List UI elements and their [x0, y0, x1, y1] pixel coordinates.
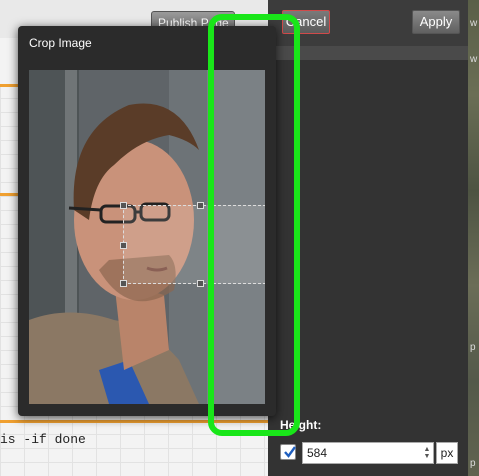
crop-handle[interactable]	[197, 202, 204, 209]
apply-button[interactable]: Apply	[412, 10, 460, 34]
map-label: p	[470, 342, 476, 353]
dialog-title: Crop Image	[29, 36, 92, 50]
highlight-annotation	[208, 14, 300, 436]
crop-handle[interactable]	[120, 202, 127, 209]
height-unit-select[interactable]: px	[436, 442, 458, 464]
code-line: is -if done	[0, 432, 86, 447]
map-label: w	[470, 54, 478, 65]
crop-handle[interactable]	[197, 280, 204, 287]
stepper-arrows-icon[interactable]: ▲ ▼	[423, 446, 431, 460]
map-background	[468, 0, 479, 476]
height-input[interactable]: 584 ▲ ▼	[302, 442, 434, 464]
map-label: w	[470, 18, 478, 29]
crop-handle[interactable]	[120, 242, 127, 249]
lock-aspect-checkbox[interactable]	[280, 444, 296, 460]
crop-handle[interactable]	[120, 280, 127, 287]
checkmark-icon	[284, 446, 296, 458]
height-row: 584 ▲ ▼ px	[280, 442, 458, 464]
map-label: p	[470, 458, 476, 469]
height-value: 584	[307, 446, 328, 460]
